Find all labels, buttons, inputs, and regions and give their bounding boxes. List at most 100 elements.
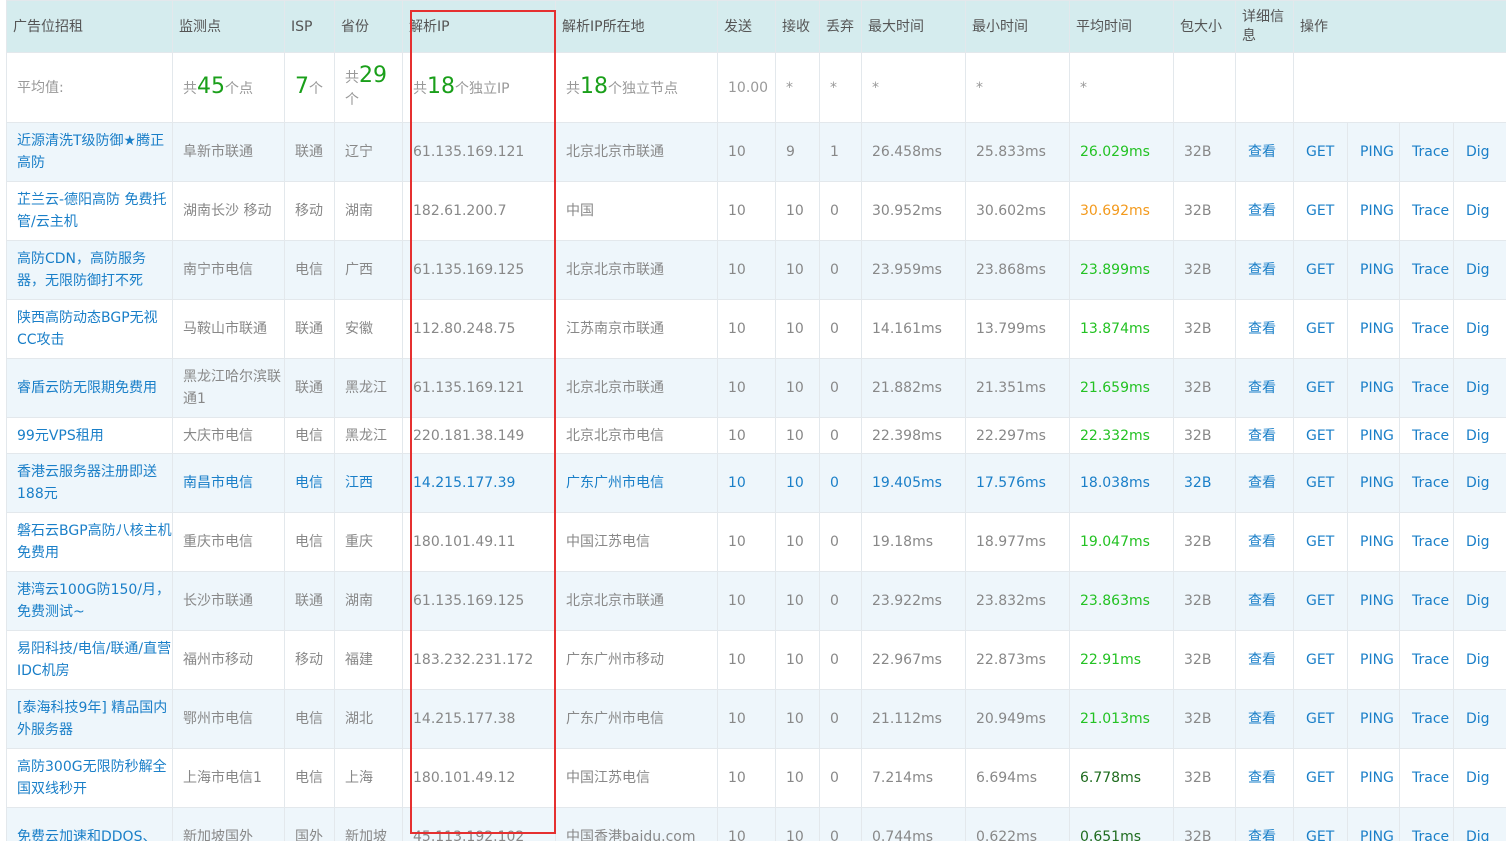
ip-location-cell: 广东广州市电信 — [555, 689, 718, 749]
ping-button[interactable]: PING — [1347, 512, 1400, 572]
get-button[interactable]: GET — [1293, 240, 1348, 300]
view-detail-button[interactable]: 查看 — [1235, 299, 1294, 359]
ip-cell: 14.215.177.39 — [402, 453, 556, 513]
dig-button[interactable]: Dig — [1453, 807, 1506, 841]
trace-button[interactable]: Trace — [1399, 122, 1454, 182]
get-button[interactable]: GET — [1293, 358, 1348, 418]
dropped-cell: 0 — [819, 630, 862, 690]
view-detail-button[interactable]: 查看 — [1235, 122, 1294, 182]
ad-link[interactable]: 近源清洗T级防御★腾正高防 — [17, 130, 172, 174]
trace-button[interactable]: Trace — [1399, 453, 1454, 513]
received-cell: 10 — [775, 240, 820, 300]
get-button[interactable]: GET — [1293, 299, 1348, 359]
view-detail-button[interactable]: 查看 — [1235, 748, 1294, 808]
trace-button[interactable]: Trace — [1399, 748, 1454, 808]
trace-button[interactable]: Trace — [1399, 181, 1454, 241]
trace-button[interactable]: Trace — [1399, 299, 1454, 359]
ping-button[interactable]: PING — [1347, 240, 1400, 300]
ad-link[interactable]: 睿盾云防无限期免费用 — [17, 377, 172, 399]
ping-button[interactable]: PING — [1347, 571, 1400, 631]
ip-location-cell: 北京北京市联通 — [555, 571, 718, 631]
ping-button[interactable]: PING — [1347, 358, 1400, 418]
dig-button[interactable]: Dig — [1453, 571, 1506, 631]
ping-button[interactable]: PING — [1347, 417, 1400, 454]
isp-cell: 国外 — [284, 807, 335, 841]
dropped-cell: 0 — [819, 181, 862, 241]
ping-button[interactable]: PING — [1347, 630, 1400, 690]
max-time-cell: 23.922ms — [861, 571, 966, 631]
dig-button[interactable]: Dig — [1453, 122, 1506, 182]
avg-time-cell: 26.029ms — [1069, 122, 1174, 182]
ad-link[interactable]: 磐石云BGP高防八核主机免费用 — [17, 520, 172, 564]
monitor-cell: 新加坡国外 — [172, 807, 285, 841]
view-detail-button[interactable]: 查看 — [1235, 417, 1294, 454]
received-cell: 10 — [775, 453, 820, 513]
dig-button[interactable]: Dig — [1453, 181, 1506, 241]
node-count: 18 — [580, 73, 608, 99]
view-detail-button[interactable]: 查看 — [1235, 181, 1294, 241]
ad-link[interactable]: 99元VPS租用 — [17, 425, 172, 447]
view-detail-button[interactable]: 查看 — [1235, 807, 1294, 841]
get-button[interactable]: GET — [1293, 689, 1348, 749]
get-button[interactable]: GET — [1293, 453, 1348, 513]
ad-link[interactable]: 高防CDN，高防服务器，无限防御打不死 — [17, 248, 172, 292]
view-detail-button[interactable]: 查看 — [1235, 689, 1294, 749]
trace-button[interactable]: Trace — [1399, 512, 1454, 572]
ad-link[interactable]: 高防300G无限防秒解全国双线秒开 — [17, 756, 172, 800]
ad-link[interactable]: 香港云服务器注册即送188元 — [17, 461, 172, 505]
dig-button[interactable]: Dig — [1453, 358, 1506, 418]
table-row: 近源清洗T级防御★腾正高防 阜新市联通 联通 辽宁 61.135.169.121 北京北京… — [6, 122, 1506, 182]
get-button[interactable]: GET — [1293, 122, 1348, 182]
dig-button[interactable]: Dig — [1453, 630, 1506, 690]
ad-link[interactable]: 免费云加速和DDOS、 — [17, 826, 172, 841]
get-button[interactable]: GET — [1293, 512, 1348, 572]
ping-button[interactable]: PING — [1347, 689, 1400, 749]
get-button[interactable]: GET — [1293, 748, 1348, 808]
ad-link[interactable]: 港湾云100G防150/月，免费测试~ — [17, 579, 172, 623]
ad-link[interactable]: 陕西高防动态BGP无视CC攻击 — [17, 307, 172, 351]
dig-button[interactable]: Dig — [1453, 689, 1506, 749]
ping-button[interactable]: PING — [1347, 122, 1400, 182]
ad-link[interactable]: 芷兰云-德阳高防 免费托管/云主机 — [17, 189, 172, 233]
trace-button[interactable]: Trace — [1399, 630, 1454, 690]
ad-link[interactable]: 易阳科技/电信/联通/直营IDC机房 — [17, 638, 172, 682]
trace-button[interactable]: Trace — [1399, 358, 1454, 418]
isp-cell: 电信 — [284, 689, 335, 749]
ping-button[interactable]: PING — [1347, 299, 1400, 359]
view-detail-button[interactable]: 查看 — [1235, 240, 1294, 300]
get-button[interactable]: GET — [1293, 181, 1348, 241]
view-detail-button[interactable]: 查看 — [1235, 453, 1294, 513]
ping-button[interactable]: PING — [1347, 181, 1400, 241]
ping-button[interactable]: PING — [1347, 807, 1400, 841]
table-row: 陕西高防动态BGP无视CC攻击 马鞍山市联通 联通 安徽 112.80.248.75 江苏… — [6, 299, 1506, 359]
ping-button[interactable]: PING — [1347, 453, 1400, 513]
isp-cell: 联通 — [284, 122, 335, 182]
province-cell: 湖北 — [334, 689, 403, 749]
dig-button[interactable]: Dig — [1453, 748, 1506, 808]
ping-results-page: 广告位招租 监测点 ISP 省份 解析IP 解析IP所在地 发送 接收 丢弃 最… — [0, 0, 1506, 841]
trace-button[interactable]: Trace — [1399, 240, 1454, 300]
get-button[interactable]: GET — [1293, 571, 1348, 631]
ping-button[interactable]: PING — [1347, 748, 1400, 808]
dig-button[interactable]: Dig — [1453, 240, 1506, 300]
dig-button[interactable]: Dig — [1453, 512, 1506, 572]
trace-button[interactable]: Trace — [1399, 571, 1454, 631]
view-detail-button[interactable]: 查看 — [1235, 358, 1294, 418]
dropped-cell: 0 — [819, 417, 862, 454]
dig-button[interactable]: Dig — [1453, 453, 1506, 513]
trace-button[interactable]: Trace — [1399, 689, 1454, 749]
trace-button[interactable]: Trace — [1399, 417, 1454, 454]
max-time-cell: 19.405ms — [861, 453, 966, 513]
get-button[interactable]: GET — [1293, 630, 1348, 690]
view-detail-button[interactable]: 查看 — [1235, 630, 1294, 690]
view-detail-button[interactable]: 查看 — [1235, 512, 1294, 572]
ad-link[interactable]: [泰海科技9年] 精品国内外服务器 — [17, 697, 172, 741]
get-button[interactable]: GET — [1293, 417, 1348, 454]
dig-button[interactable]: Dig — [1453, 417, 1506, 454]
ad-cell: 易阳科技/电信/联通/直营IDC机房 — [6, 630, 173, 690]
ad-cell: 陕西高防动态BGP无视CC攻击 — [6, 299, 173, 359]
dig-button[interactable]: Dig — [1453, 299, 1506, 359]
view-detail-button[interactable]: 查看 — [1235, 571, 1294, 631]
get-button[interactable]: GET — [1293, 807, 1348, 841]
trace-button[interactable]: Trace — [1399, 807, 1454, 841]
